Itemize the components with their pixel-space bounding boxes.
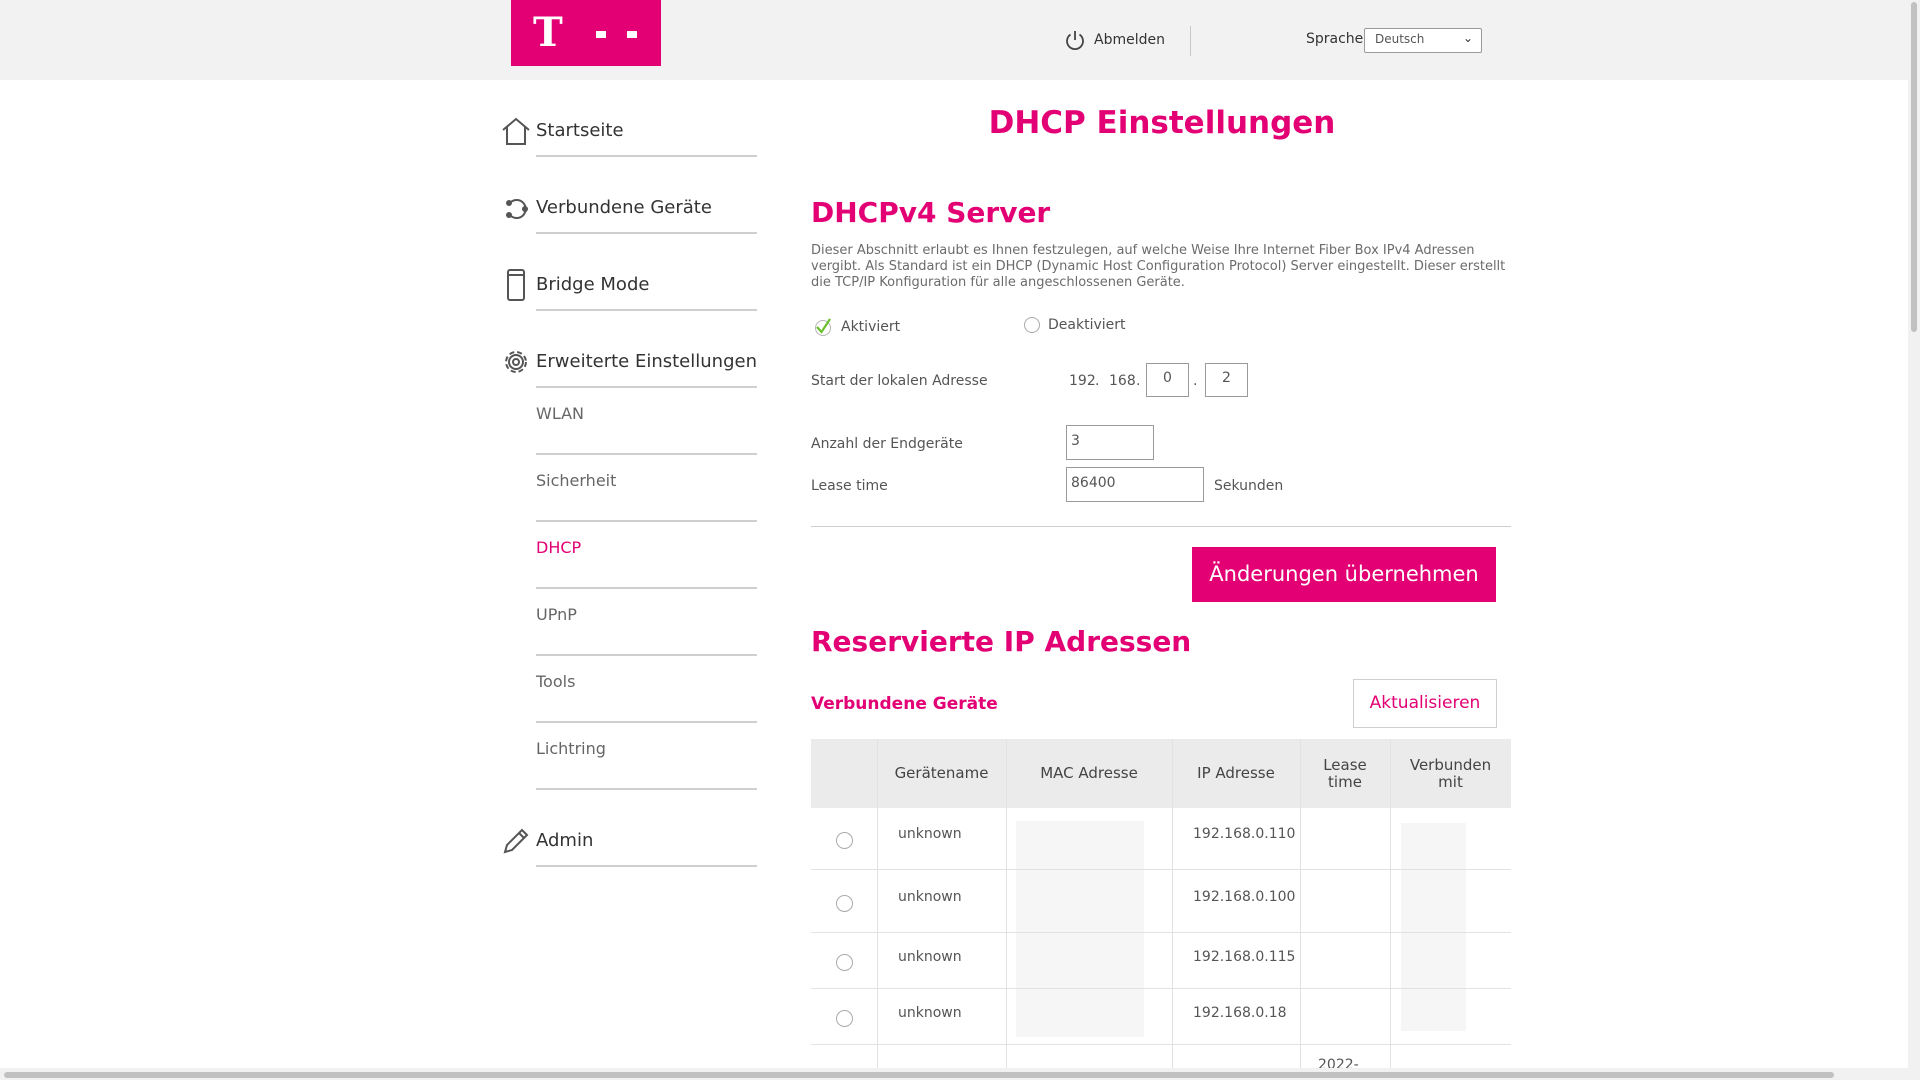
top-header: T Abmelden Sprache Deutsch ⌄ [0, 0, 1908, 80]
horizontal-scrollbar[interactable] [0, 1068, 1908, 1080]
table-header-geraetename: Gerätename [894, 764, 989, 782]
table-row[interactable]: unknown 192.168.0.18 [811, 989, 1511, 1045]
lease-time-unit: Sekunden [1214, 478, 1284, 494]
radio-deaktiviert[interactable]: Deaktiviert [1024, 317, 1126, 333]
radio-label: Deaktiviert [1048, 317, 1126, 333]
reserved-section-title: Reservierte IP Adressen [811, 625, 1192, 658]
sidebar-item-label: Admin [536, 830, 594, 851]
power-icon [1066, 31, 1084, 51]
sidebar-item-label: Startseite [536, 120, 624, 141]
sidebar-item-admin[interactable]: Admin [503, 810, 757, 867]
section-divider [811, 526, 1511, 527]
sidebar-item-upnp[interactable]: UPnP [536, 589, 757, 656]
chevron-down-icon: ⌄ [1462, 31, 1473, 45]
table-header-verbunden: Verbunden mit [1409, 755, 1492, 791]
logo-dot [627, 31, 637, 38]
sidebar-item-label: Erweiterte Einstellungen [536, 351, 757, 372]
lease-time-label: Lease time [811, 478, 888, 494]
sidebar-item-erweiterte-einstellungen[interactable]: Erweiterte Einstellungen [505, 331, 757, 388]
logout-button[interactable]: Abmelden [1064, 27, 1165, 53]
apply-changes-button[interactable]: Änderungen übernehmen [1192, 547, 1496, 602]
pencil-icon [503, 828, 529, 854]
table-row[interactable]: unknown 192.168.0.100 [811, 870, 1511, 933]
device-name: unknown [898, 826, 962, 842]
vertical-scrollbar[interactable] [1908, 0, 1920, 1080]
connected-devices-subtitle: Verbundene Geräte [811, 694, 998, 714]
telekom-logo[interactable]: T [511, 0, 661, 66]
device-name: unknown [898, 1005, 962, 1021]
row-select-radio[interactable] [836, 832, 853, 849]
device-count-input[interactable]: 3 [1066, 425, 1154, 460]
language-label: Sprache [1306, 31, 1364, 47]
gear-icon [505, 351, 527, 373]
device-ip: 192.168.0.18 [1193, 1005, 1287, 1021]
table-header-ip: IP Adresse [1197, 764, 1275, 782]
device-ip: 192.168.0.100 [1193, 889, 1296, 905]
sidebar-item-wlan[interactable]: WLAN [536, 388, 757, 455]
sidebar-subitem-label: Tools [536, 672, 576, 691]
row-select-radio[interactable] [836, 1010, 853, 1027]
sidebar-item-label: Bridge Mode [536, 274, 650, 295]
home-icon [502, 117, 530, 145]
ip-separator: . [1193, 373, 1198, 389]
dhcp-section-title: DHCPv4 Server [811, 196, 1051, 229]
header-divider [1190, 26, 1191, 56]
sidebar-item-dhcp[interactable]: DHCP [536, 522, 757, 589]
ip-separator: . [1095, 373, 1100, 389]
scrollbar-thumb[interactable] [1911, 2, 1917, 332]
sidebar-item-startseite[interactable]: Startseite [502, 100, 757, 157]
language-value: Deutsch [1375, 32, 1425, 46]
lease-time-input[interactable]: 86400 [1066, 467, 1204, 502]
ip-separator: . [1136, 373, 1141, 389]
sidebar-item-verbundene-geraete[interactable]: Verbundene Geräte [506, 177, 757, 234]
radio-aktiviert[interactable]: Aktiviert [813, 317, 900, 337]
sidebar-item-sicherheit[interactable]: Sicherheit [536, 455, 757, 522]
table-row[interactable]: unknown 192.168.0.115 [811, 933, 1511, 989]
language-select[interactable]: Deutsch ⌄ [1364, 28, 1482, 53]
ip-octet-4-input[interactable]: 2 [1205, 363, 1248, 397]
device-ip: 192.168.0.110 [1193, 826, 1296, 842]
page-title: DHCP Einstellungen [988, 105, 1336, 141]
start-address-label: Start der lokalen Adresse [811, 373, 988, 389]
table-row[interactable]: unknown 192.168.0.110 [811, 808, 1511, 870]
sidebar-item-tools[interactable]: Tools [536, 656, 757, 723]
table-header-lease: Lease time [1323, 755, 1367, 791]
sidebar-item-bridge-mode[interactable]: Bridge Mode [507, 254, 757, 311]
refresh-button[interactable]: Aktualisieren [1353, 679, 1497, 728]
device-name: unknown [898, 889, 962, 905]
bridge-icon [507, 269, 525, 301]
dhcp-description: Dieser Abschnitt erlaubt es Ihnen festzu… [811, 243, 1506, 290]
logout-label: Abmelden [1094, 32, 1165, 48]
table-header-select [811, 739, 877, 808]
row-select-radio[interactable] [836, 895, 853, 912]
logo-dot [596, 31, 606, 38]
ip-octet-3-input[interactable]: 0 [1146, 363, 1189, 397]
device-ip: 192.168.0.115 [1193, 949, 1296, 965]
checkmark-icon [815, 318, 831, 336]
sidebar-subitem-label: Lichtring [536, 739, 606, 758]
sidebar-subitem-label: WLAN [536, 404, 585, 423]
row-select-radio[interactable] [836, 954, 853, 971]
table-header-mac: MAC Adresse [1040, 764, 1138, 782]
sidebar-item-label: Verbundene Geräte [536, 197, 712, 218]
radio-label: Aktiviert [841, 319, 901, 335]
device-count-label: Anzahl der Endgeräte [811, 436, 963, 452]
sidebar-item-lichtring[interactable]: Lichtring [536, 723, 757, 790]
scrollbar-thumb[interactable] [4, 1072, 1834, 1078]
table-header: Gerätename MAC Adresse IP Adresse Lease … [811, 739, 1511, 808]
radio-circle [1024, 317, 1040, 333]
logo-t-glyph: T [533, 9, 563, 56]
sidebar-subitem-label: DHCP [536, 538, 582, 557]
ip-octet-1: 192 [1069, 373, 1096, 389]
sidebar-subitem-label: UPnP [536, 605, 577, 624]
sidebar-subitem-label: Sicherheit [536, 471, 617, 490]
ip-octet-2: 168 [1109, 373, 1136, 389]
device-name: unknown [898, 949, 962, 965]
devices-icon [506, 199, 528, 219]
